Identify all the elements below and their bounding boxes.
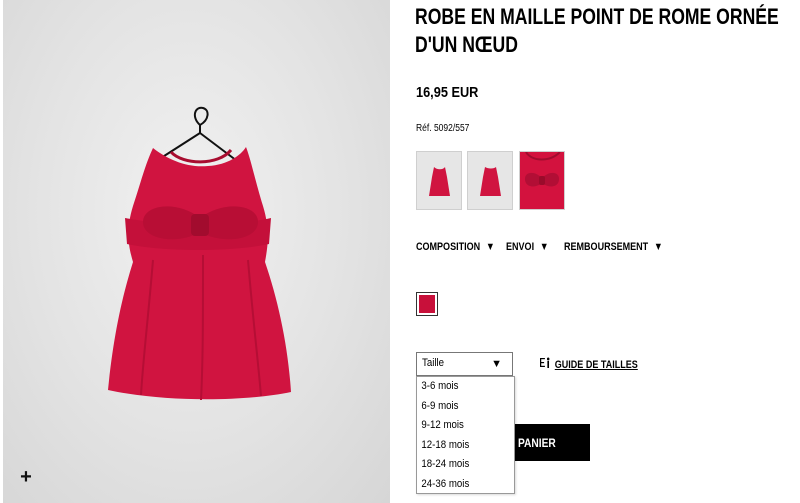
tab-envoi[interactable]: ENVOI ▼ xyxy=(506,241,549,253)
thumbnail-1[interactable] xyxy=(416,151,462,210)
color-swatch-fill xyxy=(419,295,435,313)
tab-remboursement-label: REMBOURSEMENT xyxy=(564,241,649,253)
product-title-line2: D'UN NŒUD xyxy=(415,32,518,57)
chevron-down-icon: ▼ xyxy=(491,358,502,370)
size-guide-link[interactable]: GUIDE DE TAILLES xyxy=(540,357,638,371)
size-select-value: Taille xyxy=(422,357,445,369)
size-guide-label: GUIDE DE TAILLES xyxy=(554,359,638,371)
size-option[interactable]: 9-12 mois xyxy=(417,416,502,436)
thumbnail-3[interactable] xyxy=(519,151,565,210)
product-price: 16,95 EUR xyxy=(416,84,479,101)
add-to-cart-label: PANIER xyxy=(518,436,556,450)
size-option[interactable]: 18-24 mois xyxy=(417,455,502,475)
chevron-down-icon: ▼ xyxy=(653,241,663,253)
tab-composition-label: COMPOSITION xyxy=(416,241,481,253)
size-dropdown-list[interactable]: 3-6 mois 6-9 mois 9-12 mois 12-18 mois 1… xyxy=(416,376,515,494)
size-option[interactable]: 6-9 mois xyxy=(417,397,502,417)
thumbnail-2[interactable] xyxy=(467,151,513,210)
color-swatch[interactable] xyxy=(416,292,438,316)
dress-image xyxy=(108,106,291,401)
zoom-icon[interactable]: + xyxy=(17,467,35,487)
tab-envoi-label: ENVOI xyxy=(506,241,535,253)
product-reference: Réf. 5092/557 xyxy=(416,123,470,134)
chevron-down-icon: ▼ xyxy=(539,241,549,253)
product-title: ROBE EN MAILLE POINT DE ROME ORNÉE D'UN … xyxy=(415,3,791,59)
tab-composition[interactable]: COMPOSITION ▼ xyxy=(416,241,495,253)
product-title-line1: ROBE EN MAILLE POINT DE ROME ORNÉE xyxy=(415,4,779,29)
size-option[interactable]: 3-6 mois xyxy=(417,377,502,397)
product-photo[interactable]: + xyxy=(3,0,390,503)
tab-remboursement[interactable]: REMBOURSEMENT ▼ xyxy=(564,241,663,253)
size-option[interactable]: 24-36 mois xyxy=(417,475,502,495)
size-guide-icon xyxy=(540,357,551,371)
size-option[interactable]: 12-18 mois xyxy=(417,436,502,456)
chevron-down-icon: ▼ xyxy=(485,241,495,253)
size-select[interactable]: Taille ▼ xyxy=(416,352,513,376)
